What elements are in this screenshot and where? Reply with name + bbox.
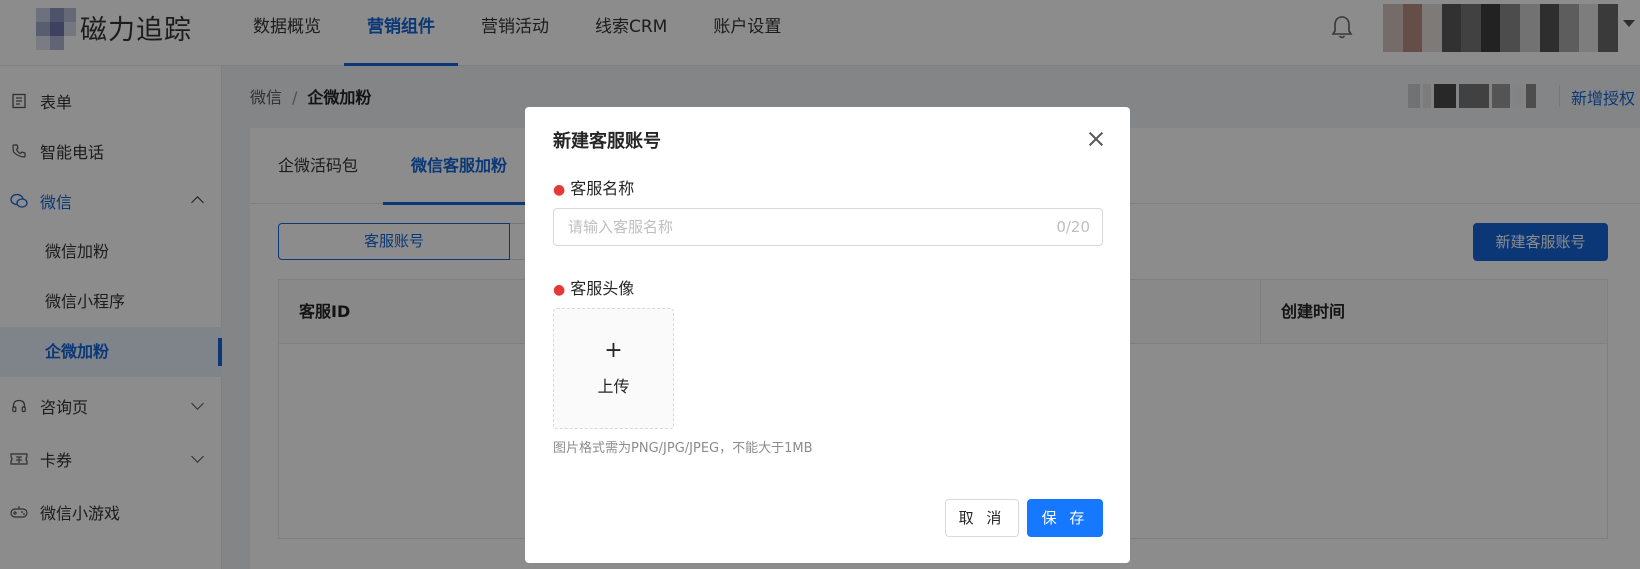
service-name-input[interactable]: [568, 209, 1018, 245]
plus-icon: +: [604, 338, 623, 363]
required-dot-icon: ●: [553, 282, 566, 298]
upload-hint: 图片格式需为PNG/JPG/JPEG，不能大于1MB: [553, 441, 813, 456]
service-avatar-label: ● 客服头像: [553, 275, 634, 299]
service-name-label-text: 客服名称: [570, 179, 635, 198]
close-icon[interactable]: [1088, 131, 1104, 147]
upload-label: 上传: [597, 377, 630, 396]
service-avatar-label-text: 客服头像: [570, 279, 635, 298]
cancel-button[interactable]: 取 消: [945, 499, 1019, 537]
service-name-field[interactable]: 0/20: [553, 208, 1103, 246]
dialog-title: 新建客服账号: [553, 131, 661, 152]
new-service-account-dialog: 新建客服账号 ●客服名称 0/20 ●客服头像 + 上传 图片格式需为PNG/J…: [525, 107, 1130, 563]
required-dot-icon: ●: [553, 182, 566, 198]
char-counter: 0/20: [1056, 218, 1090, 236]
service-name-label: ● 客服名称: [553, 175, 634, 199]
avatar-upload-button[interactable]: + 上传: [553, 308, 674, 429]
save-button[interactable]: 保 存: [1027, 499, 1103, 537]
